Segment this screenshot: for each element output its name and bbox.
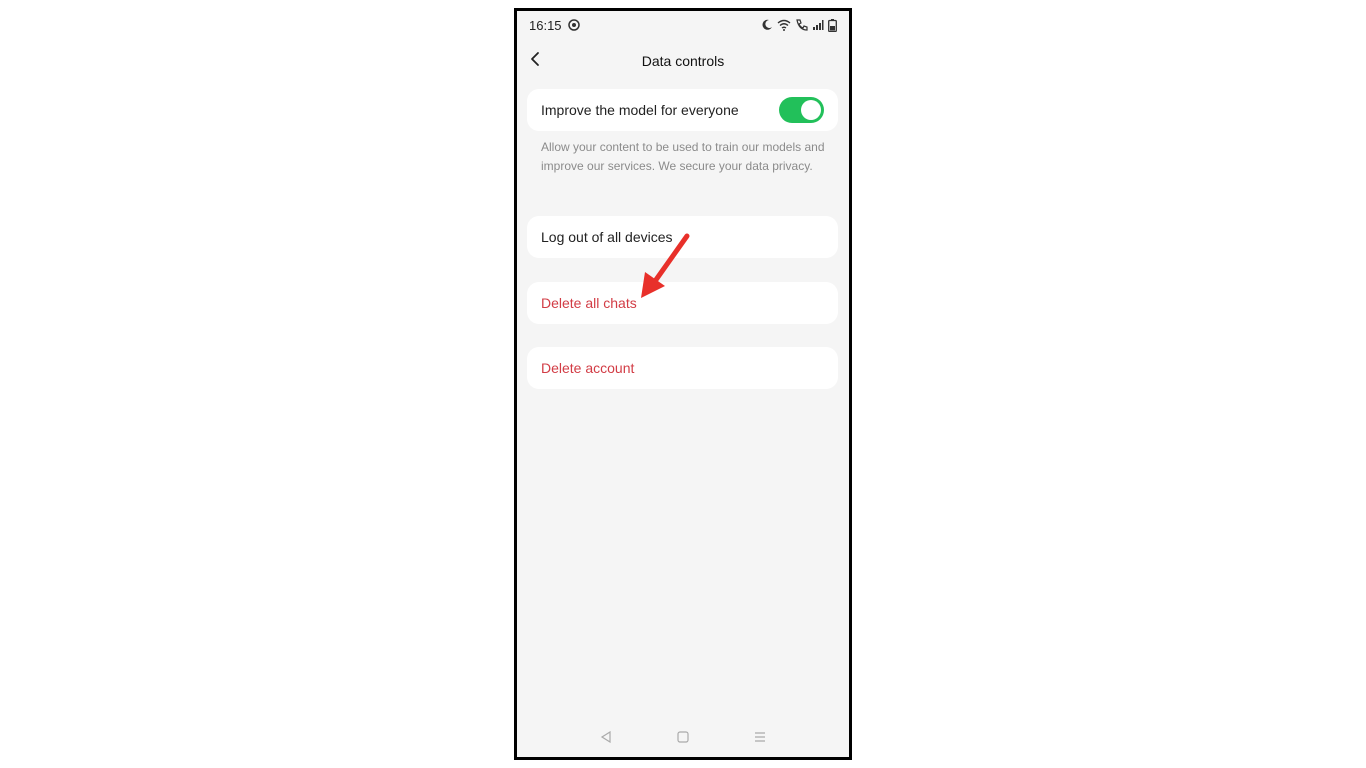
nav-home-button[interactable] bbox=[671, 727, 695, 751]
toggle-knob bbox=[801, 100, 821, 120]
logout-all-devices-label: Log out of all devices bbox=[541, 229, 673, 245]
notification-icon bbox=[567, 19, 580, 31]
delete-all-chats-label: Delete all chats bbox=[541, 295, 637, 311]
delete-account-label: Delete account bbox=[541, 360, 635, 376]
page-title: Data controls bbox=[641, 53, 725, 69]
status-time: 16:15 bbox=[529, 17, 562, 33]
menu-lines-icon bbox=[754, 730, 766, 748]
home-square-icon bbox=[677, 730, 689, 748]
navigation-bar bbox=[517, 721, 849, 757]
improve-model-row[interactable]: Improve the model for everyone bbox=[527, 89, 838, 131]
nav-menu-button[interactable] bbox=[748, 727, 772, 751]
header: Data controls bbox=[517, 45, 849, 77]
improve-model-description: Allow your content to be used to train o… bbox=[541, 140, 825, 173]
chevron-left-icon bbox=[529, 51, 541, 72]
nav-back-button[interactable] bbox=[594, 727, 618, 751]
back-triangle-icon bbox=[600, 730, 612, 748]
delete-account-button[interactable]: Delete account bbox=[527, 347, 838, 389]
moon-icon bbox=[761, 19, 773, 31]
wifi-icon bbox=[777, 19, 791, 31]
status-bar: 16:15 bbox=[517, 11, 849, 39]
signal-icon bbox=[812, 19, 824, 31]
phone-frame: 16:15 Data controls Improve the model fo… bbox=[514, 8, 852, 760]
improve-model-label: Improve the model for everyone bbox=[541, 102, 739, 118]
delete-all-chats-button[interactable]: Delete all chats bbox=[527, 282, 838, 324]
back-button[interactable] bbox=[523, 49, 547, 73]
improve-model-toggle[interactable] bbox=[779, 97, 824, 123]
battery-icon bbox=[828, 18, 837, 32]
logout-all-devices-button[interactable]: Log out of all devices bbox=[527, 216, 838, 258]
call-icon bbox=[795, 19, 808, 31]
